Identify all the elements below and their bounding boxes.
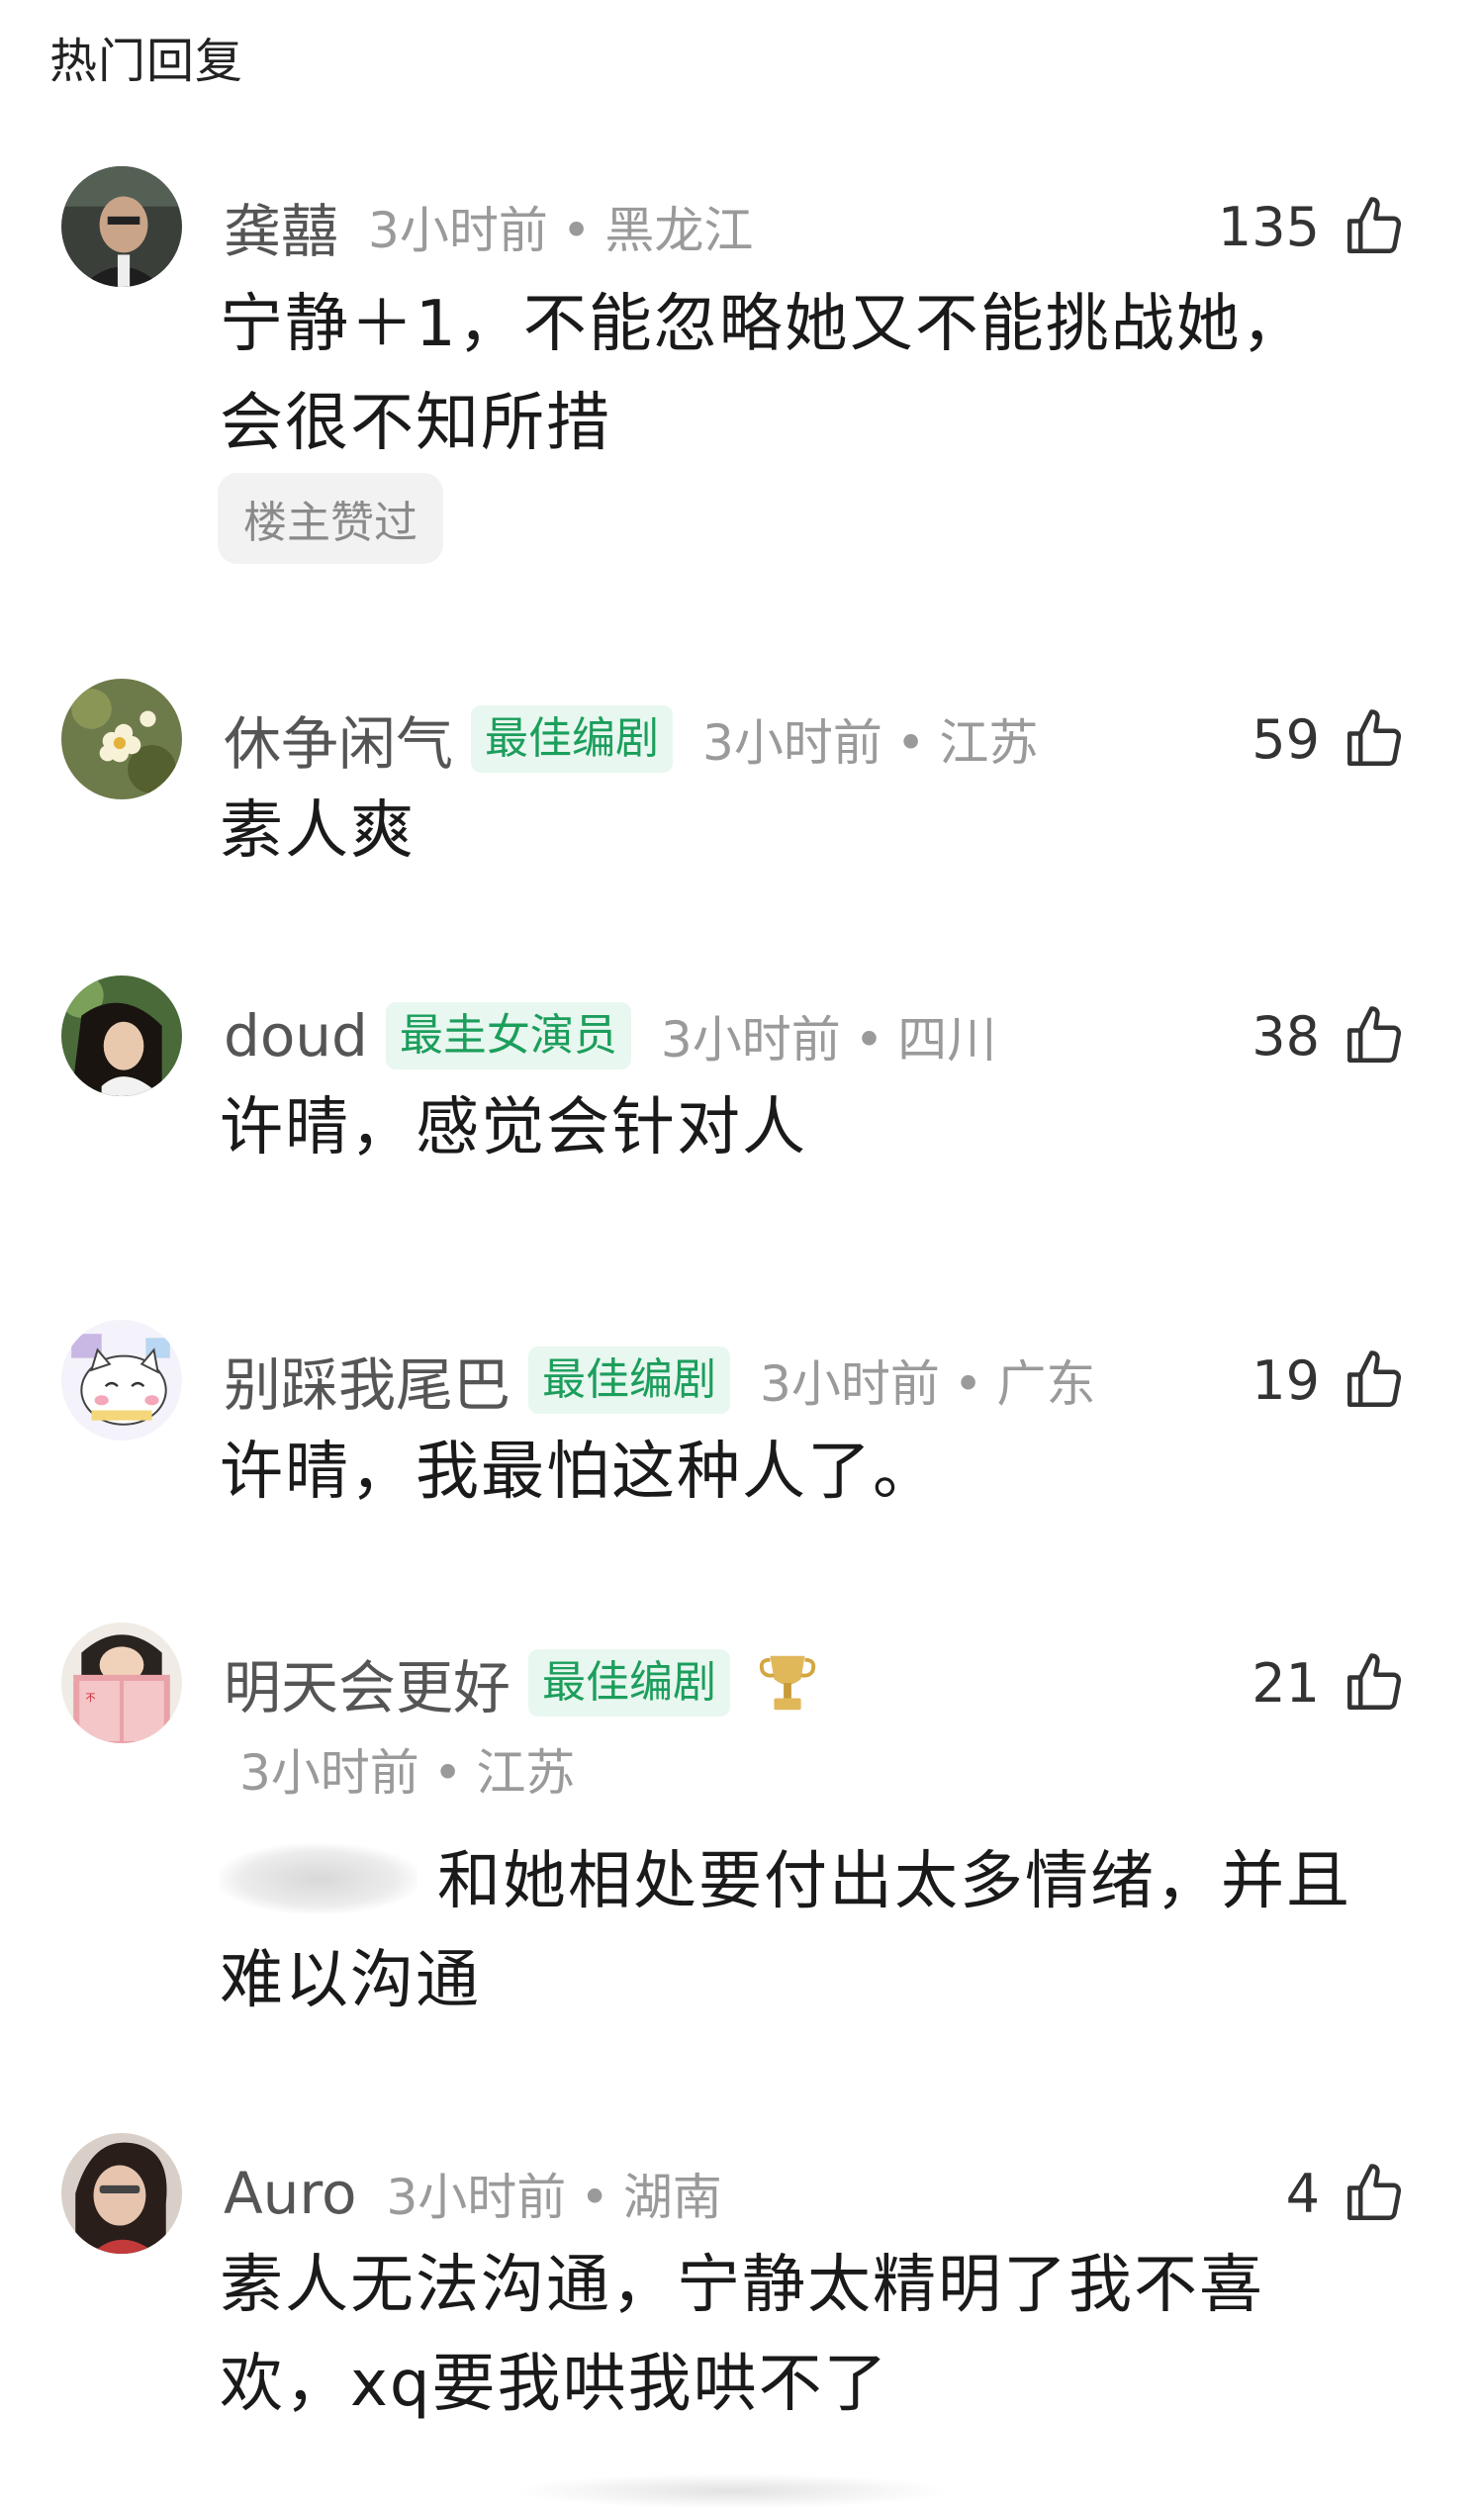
comment-header: 明天会更好 最佳编剧 xyxy=(224,1623,817,1743)
username[interactable]: doud xyxy=(224,1002,368,1069)
comment-meta: 3小时前 • 湖南 xyxy=(386,2169,722,2226)
thumbs-up-icon[interactable] xyxy=(1342,1003,1407,1069)
girl-photo-avatar-icon xyxy=(61,976,182,1096)
like-count: 38 xyxy=(1252,1004,1320,1068)
like-button[interactable]: 135 xyxy=(1218,166,1407,287)
comment-text: 许晴，我最怕这种人了。 xyxy=(220,1436,938,1509)
username[interactable]: 明天会更好 xyxy=(224,1641,510,1724)
user-badge: 最圭女演员 xyxy=(385,1002,631,1069)
username[interactable]: 别踩我尾巴 xyxy=(224,1339,510,1422)
woman-photo-avatar-icon xyxy=(61,2133,182,2254)
comment-meta: 3小时前 • 广东 xyxy=(760,1355,1096,1413)
username[interactable]: Auro xyxy=(224,2160,357,2227)
comment-text: 许晴，感觉会针对人 xyxy=(220,1091,807,1164)
comment-text: 宁静＋1，不能忽略她又不能挑战她，会很不知所措 xyxy=(220,288,1307,460)
thumbs-up-icon[interactable] xyxy=(1342,1650,1407,1716)
user-badge: 最佳编剧 xyxy=(471,705,674,773)
comment-meta: 3小时前 • 江苏 xyxy=(702,714,1039,772)
blurred-mention: 郑爽 xyxy=(220,1844,417,1914)
comment-text: 素人无法沟通，宁静太精明了我不喜欢，xq要我哄我哄不了 xyxy=(220,2249,1264,2421)
trophy-icon xyxy=(759,1655,816,1711)
section-title: 热门回复 xyxy=(49,34,244,89)
like-count: 21 xyxy=(1252,1651,1320,1715)
username[interactable]: 休争闲气 xyxy=(224,697,453,781)
author-liked-tag: 楼主赞过 xyxy=(218,473,443,564)
comment-meta: 3小时前 • 江苏 xyxy=(239,1744,576,1802)
user-avatar[interactable] xyxy=(61,2133,182,2254)
comment-time: 3小时前 xyxy=(760,1355,940,1413)
like-count: 135 xyxy=(1217,195,1320,258)
scroll-fade xyxy=(514,2473,950,2509)
user-avatar[interactable] xyxy=(61,679,182,799)
cartoon-cat-avatar-icon xyxy=(61,1320,182,1440)
thumbs-up-icon[interactable] xyxy=(1342,194,1407,259)
thumbs-up-icon[interactable] xyxy=(1342,706,1407,772)
user-avatar[interactable] xyxy=(61,1320,182,1440)
comment-meta: 3小时前 • 四川 xyxy=(660,1011,997,1069)
comment-text: 郑爽和她相处要付出太多情绪，并且难以沟通 xyxy=(220,1832,1407,2030)
user-avatar[interactable] xyxy=(61,976,182,1096)
comment-location: 四川 xyxy=(897,1011,997,1069)
comment-location: 江苏 xyxy=(476,1744,576,1802)
comment-location: 广东 xyxy=(996,1355,1096,1413)
comment-location: 湖南 xyxy=(622,2169,722,2226)
comment-time: 3小时前 xyxy=(239,1744,419,1802)
like-count: 4 xyxy=(1285,2162,1320,2225)
flower-avatar-icon xyxy=(61,679,182,799)
like-count: 19 xyxy=(1252,1348,1320,1412)
like-count: 59 xyxy=(1252,707,1320,771)
thumbs-up-icon[interactable] xyxy=(1342,1347,1407,1413)
user-avatar[interactable]: 不 xyxy=(61,1623,182,1743)
comment-time: 3小时前 xyxy=(702,714,882,772)
svg-text:不: 不 xyxy=(85,1693,95,1704)
comment-time: 3小时前 xyxy=(386,2169,567,2226)
comment-location: 黑龙江 xyxy=(604,202,754,259)
person-photo-avatar-icon xyxy=(61,166,182,287)
comment-location: 江苏 xyxy=(939,714,1039,772)
user-badge: 最佳编剧 xyxy=(528,1347,731,1414)
thumbs-up-icon[interactable] xyxy=(1342,2161,1407,2226)
like-button[interactable]: 21 xyxy=(1252,1623,1407,1743)
comment-time: 3小时前 xyxy=(660,1011,841,1069)
username[interactable]: 龚囍 xyxy=(224,185,338,268)
comment-text: 素人爽 xyxy=(220,794,416,868)
user-badge: 最佳编剧 xyxy=(528,1649,731,1717)
reading-book-avatar-icon: 不 xyxy=(61,1623,182,1743)
user-avatar[interactable] xyxy=(61,166,182,287)
comment-meta: 3小时前 • 黑龙江 xyxy=(368,202,754,259)
comment-header: 龚囍 3小时前 • 黑龙江 xyxy=(224,166,753,287)
comment-time: 3小时前 xyxy=(368,202,548,259)
